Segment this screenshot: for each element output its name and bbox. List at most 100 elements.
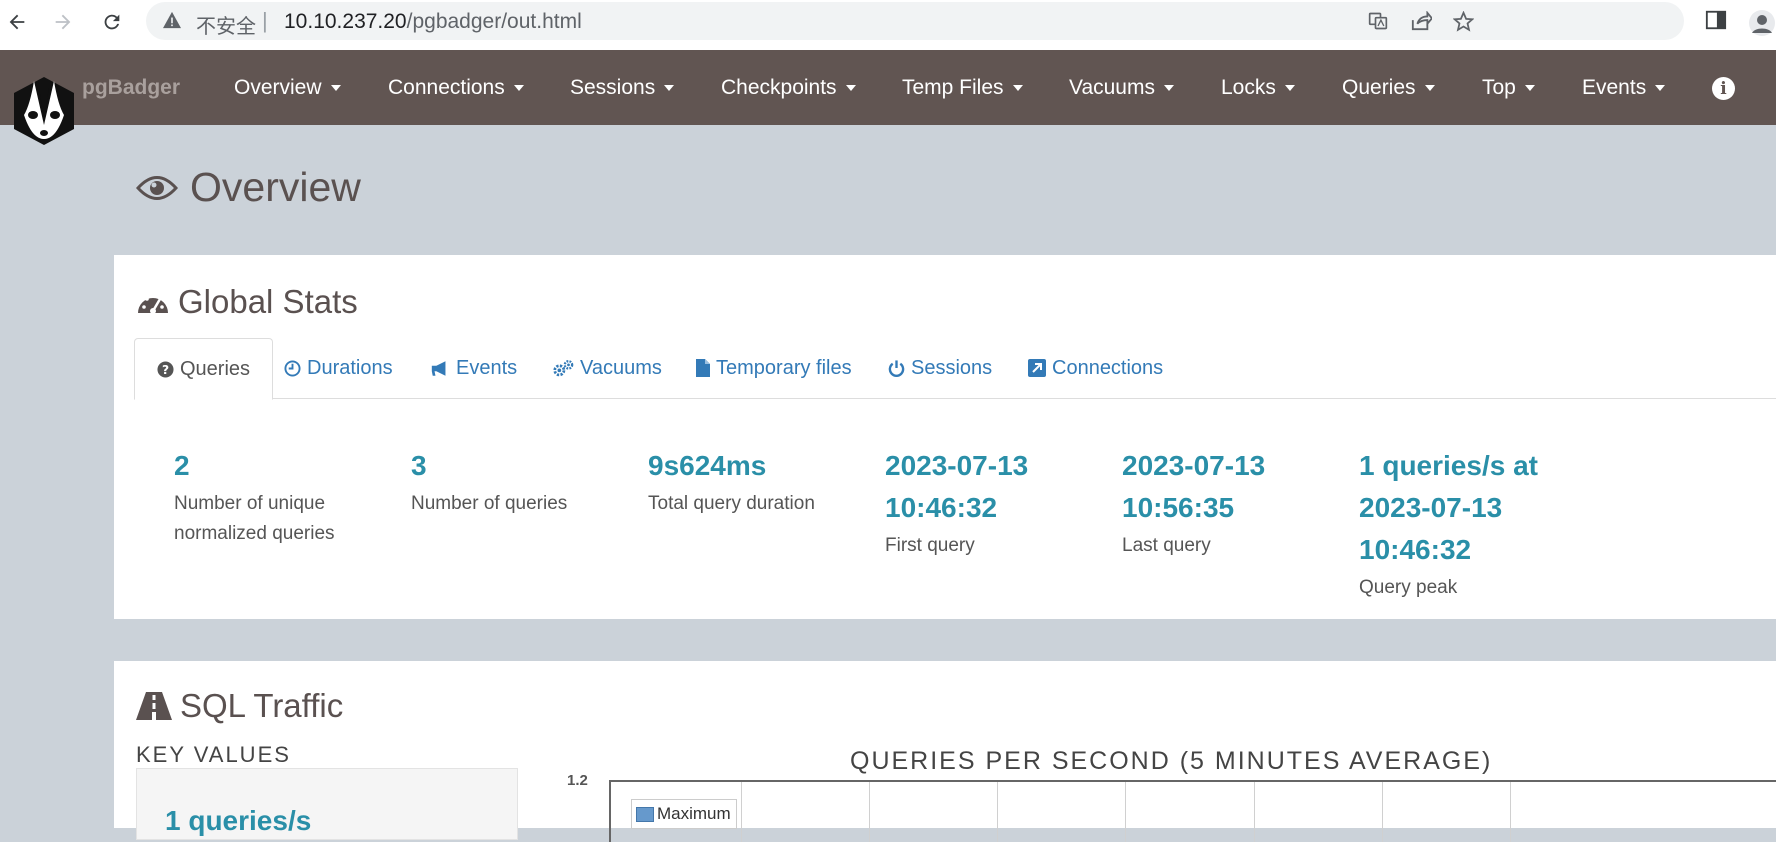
menu-overview-label: Overview — [234, 76, 322, 99]
side-panel-icon[interactable] — [1705, 9, 1727, 36]
chart-gridline — [1254, 782, 1255, 842]
menu-sessions[interactable]: Sessions — [570, 76, 675, 100]
stat-last-query: 2023-07-13 10:56:35 Last query — [1122, 445, 1342, 561]
url-host: 10.10.237.20 — [284, 10, 407, 33]
navbar-brand[interactable]: pgBadger — [82, 76, 180, 100]
stat-label: Total query duration — [648, 493, 815, 514]
menu-checkpoints-label: Checkpoints — [721, 76, 837, 99]
back-icon[interactable] — [2, 7, 32, 37]
stat-value-time: 10:46:32 — [885, 492, 998, 523]
profile-avatar-icon[interactable] — [1748, 9, 1776, 42]
tab-vacuums-label: Vacuums — [580, 356, 662, 379]
menu-events[interactable]: Events — [1582, 76, 1666, 100]
clock-icon — [284, 359, 301, 377]
tab-queries[interactable]: ? Queries — [134, 338, 274, 400]
chart-gridline — [1382, 782, 1383, 842]
menu-overview[interactable]: Overview — [234, 76, 341, 100]
menu-temp-files[interactable]: Temp Files — [902, 76, 1023, 100]
stat-value: 3 — [411, 450, 427, 481]
stat-label: Number of unique normalized queries — [174, 493, 335, 544]
eye-icon — [136, 175, 178, 200]
road-icon — [136, 692, 172, 720]
chart-legend[interactable]: Maximum — [631, 799, 737, 829]
address-bar[interactable]: 不安全 | 10.10.237.20/pgbadger/out.html — [146, 2, 1684, 40]
stat-total-duration: 9s624ms Total query duration — [648, 445, 868, 519]
warning-icon — [162, 11, 182, 34]
stat-value-date: 2023-07-13 — [1359, 492, 1503, 523]
tab-queries-label: Queries — [180, 357, 251, 380]
dashboard-icon — [138, 294, 168, 314]
tab-sessions[interactable]: Sessions — [888, 338, 992, 398]
menu-top[interactable]: Top — [1482, 76, 1535, 100]
question-circle-icon: ? — [157, 360, 174, 378]
key-values-box: 1 queries/s — [136, 768, 518, 840]
caret-down-icon — [1163, 85, 1174, 92]
menu-connections[interactable]: Connections — [388, 76, 524, 100]
cogs-icon — [552, 359, 574, 378]
menu-locks[interactable]: Locks — [1221, 76, 1295, 100]
global-stats-title: Global Stats — [136, 283, 358, 321]
stat-value-date: 2023-07-13 — [885, 450, 1029, 481]
insecure-label: 不安全 — [196, 16, 256, 38]
caret-down-icon — [1284, 85, 1295, 92]
tab-sessions-label: Sessions — [911, 356, 993, 379]
stat-value-rate: 1 queries/s at — [1359, 450, 1538, 481]
tab-temporary-files[interactable]: Temporary files — [696, 338, 852, 398]
menu-sessions-label: Sessions — [570, 76, 656, 99]
pgbadger-logo-icon[interactable] — [12, 75, 76, 147]
menu-connections-label: Connections — [388, 76, 505, 99]
bookmark-star-icon[interactable] — [1452, 10, 1475, 37]
caret-down-icon — [845, 85, 856, 92]
stat-label: Query peak — [1359, 577, 1458, 598]
tab-vacuums[interactable]: Vacuums — [552, 338, 662, 398]
queries-per-second-chart[interactable]: Maximum — [609, 780, 1776, 842]
forward-icon[interactable] — [48, 7, 78, 37]
info-icon[interactable]: i — [1712, 77, 1735, 100]
menu-checkpoints[interactable]: Checkpoints — [721, 76, 856, 100]
tab-temporary-files-label: Temporary files — [716, 356, 852, 379]
stat-label: First query — [885, 535, 975, 556]
caret-down-icon — [664, 85, 675, 92]
url-text[interactable]: 10.10.237.20/pgbadger/out.html — [284, 10, 582, 34]
caret-down-icon — [330, 85, 341, 92]
stat-value: 9s624ms — [648, 450, 767, 481]
caret-down-icon — [1524, 85, 1535, 92]
bullhorn-icon — [430, 360, 450, 377]
tab-durations[interactable]: Durations — [284, 338, 393, 398]
menu-vacuums[interactable]: Vacuums — [1069, 76, 1174, 100]
stat-number-of-queries: 3 Number of queries — [411, 445, 631, 519]
stat-unique-queries: 2 Number of unique normalized queries — [174, 445, 394, 549]
tab-events[interactable]: Events — [430, 338, 517, 398]
reload-icon[interactable] — [97, 7, 127, 37]
chart-title: QUERIES PER SECOND (5 MINUTES AVERAGE) — [850, 747, 1493, 775]
url-path: /pgbadger/out.html — [406, 10, 582, 33]
tab-events-label: Events — [456, 356, 518, 379]
separator: | — [262, 8, 268, 33]
stat-first-query: 2023-07-13 10:46:32 First query — [885, 445, 1105, 561]
key-values-title: KEY VALUES — [136, 742, 291, 767]
sql-traffic-title: SQL Traffic — [136, 687, 343, 725]
caret-down-icon — [513, 85, 524, 92]
stat-value-time: 10:46:32 — [1359, 534, 1472, 565]
power-icon — [888, 359, 905, 377]
key-value-queries-per-sec: 1 queries/s — [165, 805, 312, 836]
page-title-text: Overview — [190, 164, 361, 210]
share-icon[interactable] — [1410, 10, 1434, 36]
tab-connections-label: Connections — [1052, 356, 1164, 379]
caret-down-icon — [1012, 85, 1023, 92]
menu-queries-label: Queries — [1342, 76, 1416, 99]
caret-down-icon — [1655, 85, 1666, 92]
chart-gridline — [1510, 782, 1511, 842]
chart-gridline — [1125, 782, 1126, 842]
tab-connections[interactable]: Connections — [1028, 338, 1163, 398]
chart-gridline — [741, 782, 742, 842]
translate-icon[interactable] — [1368, 11, 1388, 36]
svg-text:?: ? — [162, 362, 169, 376]
sql-traffic-panel: SQL Traffic KEY VALUES 1 queries/s QUERI… — [114, 661, 1776, 842]
stat-value-date: 2023-07-13 — [1122, 450, 1266, 481]
caret-down-icon — [1424, 85, 1435, 92]
file-icon — [696, 359, 710, 377]
menu-queries[interactable]: Queries — [1342, 76, 1435, 100]
chart-gridline — [869, 782, 870, 842]
sql-traffic-title-text: SQL Traffic — [180, 687, 344, 724]
